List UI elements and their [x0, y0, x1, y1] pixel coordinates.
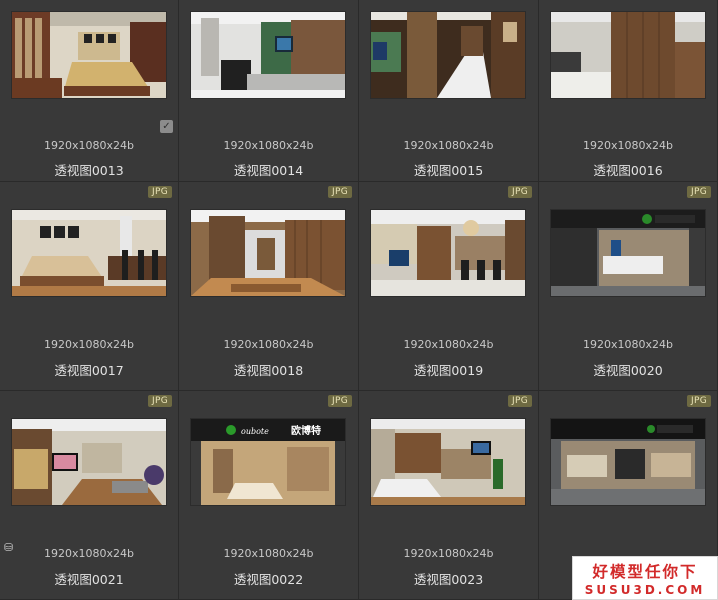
thumbnail-item[interactable]: JPG 1920x1080x24b 透视图0020 — [539, 182, 718, 391]
thumbnail-item[interactable]: JPG 1920x1080x24b 透视图0023 — [359, 391, 539, 600]
image-info: 1920x1080x24b — [223, 547, 314, 560]
image-info: 1920x1080x24b — [403, 547, 494, 560]
thumbnail-image[interactable] — [371, 12, 525, 98]
thumbnail-image[interactable] — [551, 12, 705, 98]
thumbnail-image[interactable] — [551, 419, 705, 505]
check-icon[interactable]: ✓ — [160, 120, 173, 133]
file-name[interactable]: 透视图0022 — [179, 569, 358, 588]
thumbnail-image[interactable] — [12, 419, 166, 505]
image-info: 1920x1080x24b — [583, 139, 673, 152]
watermark-title: 好模型任你下 — [592, 563, 698, 581]
thumbnail-image[interactable] — [191, 12, 345, 98]
file-type-badge: JPG — [328, 186, 352, 198]
store-script-text: oubote — [241, 427, 269, 436]
thumbnail-item[interactable]: JPG ⛁ 1920x1080x24b 透视图0021 — [0, 391, 179, 600]
image-info: 1920x1080x24b — [223, 139, 314, 152]
thumbnail-item[interactable]: 1920x1080x24b 透视图0016 — [539, 0, 718, 182]
thumbnail-image[interactable] — [371, 210, 525, 296]
image-info: 1920x1080x24b — [403, 139, 494, 152]
file-type-badge: JPG — [508, 186, 532, 198]
file-name[interactable]: 透视图0013 — [0, 160, 178, 179]
image-info: 1920x1080x24b — [44, 547, 134, 560]
image-info: 1920x1080x24b — [44, 338, 134, 351]
thumbnail-image[interactable] — [191, 210, 345, 296]
thumbnail-image[interactable] — [12, 12, 166, 98]
file-name[interactable]: 透视图0017 — [0, 360, 178, 379]
file-type-badge: JPG — [687, 186, 711, 198]
file-name[interactable]: 透视图0023 — [359, 569, 538, 588]
file-type-badge: JPG — [148, 395, 172, 407]
file-name[interactable]: 透视图0015 — [359, 160, 538, 179]
file-name[interactable]: 透视图0020 — [539, 360, 717, 379]
thumbnail-grid: ✓ 1920x1080x24b 透视图0013 1920x1080x24b 透视图00… — [0, 0, 718, 600]
thumbnail-image[interactable] — [371, 419, 525, 505]
watermark-site: SUSU3D.COM — [584, 583, 706, 597]
image-info: 1920x1080x24b — [403, 338, 494, 351]
thumbnail-item[interactable]: JPG oubote 欧博特 1920x1080x24b 透视图0022 — [179, 391, 359, 600]
thumbnail-image[interactable]: oubote 欧博特 — [191, 419, 345, 505]
file-type-badge: JPG — [328, 395, 352, 407]
watermark: 好模型任你下 SUSU3D.COM — [572, 556, 718, 600]
thumbnail-item[interactable]: 1920x1080x24b 透视图0015 — [359, 0, 539, 182]
file-name[interactable]: 透视图0014 — [179, 160, 358, 179]
store-brand-text: 欧博特 — [291, 424, 321, 437]
thumbnail-item[interactable]: JPG 1920x1080x24b 透视图0019 — [359, 182, 539, 391]
thumbnail-item[interactable]: JPG 1920x1080x24b 透视图0018 — [179, 182, 359, 391]
thumbnail-item[interactable]: JPG 1920x1080x24b 透视图0017 — [0, 182, 179, 391]
thumbnail-image[interactable] — [551, 210, 705, 296]
file-name[interactable]: 透视图0019 — [359, 360, 538, 379]
thumbnail-item[interactable]: 1920x1080x24b 透视图0014 — [179, 0, 359, 182]
file-type-badge: JPG — [687, 395, 711, 407]
file-name[interactable]: 透视图0016 — [539, 160, 717, 179]
thumbnail-item[interactable]: ✓ 1920x1080x24b 透视图0013 — [0, 0, 179, 182]
thumbnail-image[interactable] — [12, 210, 166, 296]
image-info: 1920x1080x24b — [583, 338, 673, 351]
image-info: 1920x1080x24b — [223, 338, 314, 351]
file-type-badge: JPG — [148, 186, 172, 198]
file-name[interactable]: 透视图0018 — [179, 360, 358, 379]
image-info: 1920x1080x24b — [44, 139, 134, 152]
file-name[interactable]: 透视图0021 — [0, 569, 178, 588]
file-type-badge: JPG — [508, 395, 532, 407]
